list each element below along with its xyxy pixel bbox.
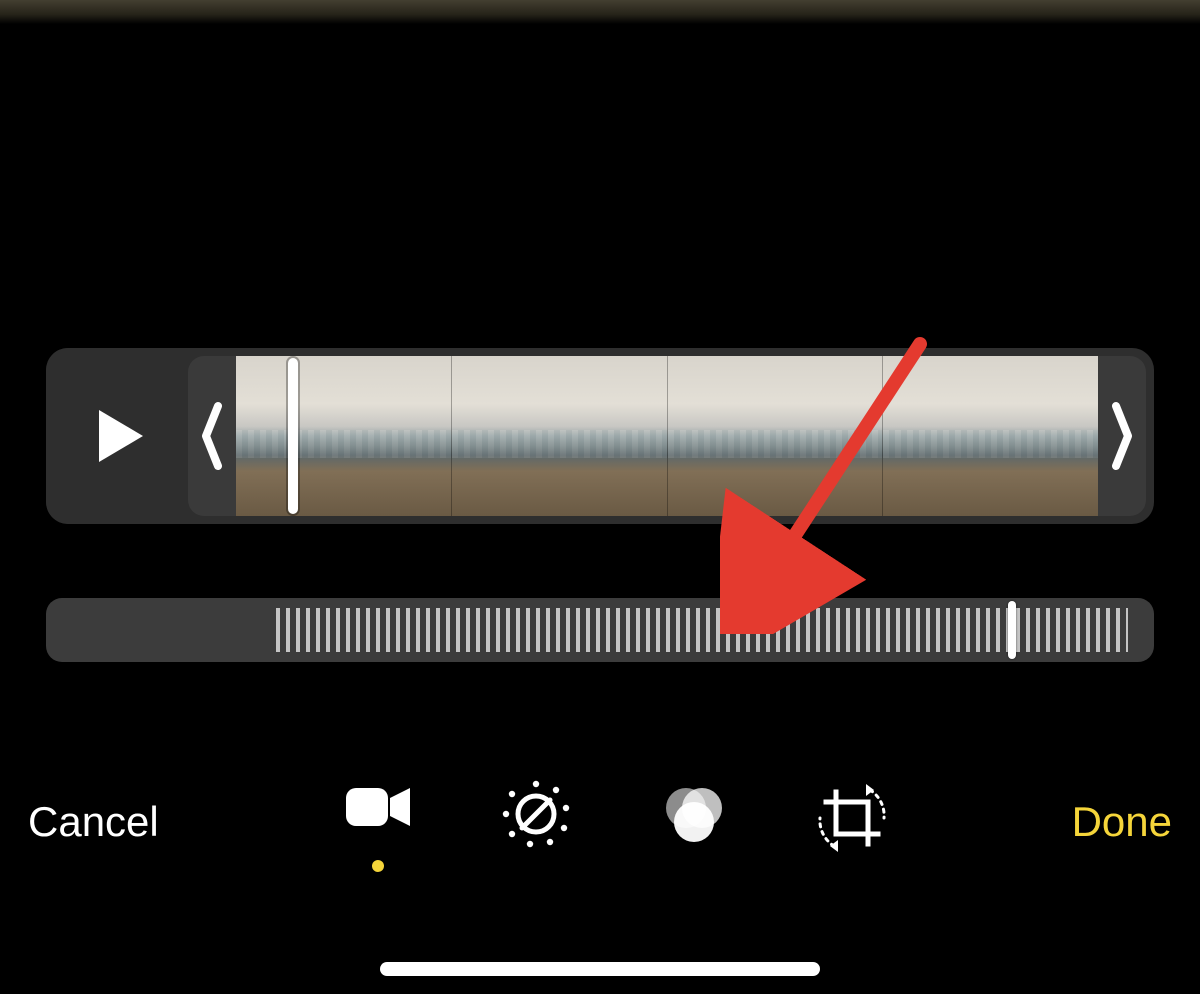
- filters-tool[interactable]: [658, 778, 730, 866]
- bottom-toolbar: Cancel: [0, 762, 1200, 882]
- adjust-tool[interactable]: [500, 778, 572, 866]
- crop-tool[interactable]: [816, 778, 888, 866]
- video-timeline: [46, 348, 1154, 524]
- timeline-frame: [882, 356, 1098, 516]
- timeline-frame: [667, 356, 883, 516]
- trim-handle-left[interactable]: [188, 356, 236, 516]
- home-indicator[interactable]: [380, 962, 820, 976]
- tool-icons-row: [342, 778, 888, 866]
- chevron-left-icon: [201, 400, 223, 472]
- done-button[interactable]: Done: [1072, 798, 1172, 846]
- timeline-frame: [451, 356, 667, 516]
- crop-rotate-icon: [812, 778, 892, 858]
- speed-slider[interactable]: [46, 598, 1154, 662]
- play-button[interactable]: [46, 348, 188, 524]
- trim-area[interactable]: [188, 356, 1146, 516]
- cancel-button[interactable]: Cancel: [28, 798, 159, 846]
- filmstrip[interactable]: [236, 356, 1098, 516]
- video-camera-icon: [342, 778, 414, 836]
- chevron-right-icon: [1111, 400, 1133, 472]
- trim-handle-right[interactable]: [1098, 356, 1146, 516]
- video-tool[interactable]: [342, 778, 414, 866]
- filters-circles-icon: [658, 778, 730, 850]
- playhead[interactable]: [288, 358, 298, 514]
- preview-strip: [0, 0, 1200, 24]
- adjust-dial-icon: [500, 778, 572, 850]
- timeline-frame: [236, 356, 451, 516]
- speed-slider-handle[interactable]: [1008, 601, 1016, 659]
- speed-slider-ticks: [276, 608, 1128, 652]
- play-icon: [99, 410, 143, 462]
- selected-indicator-dot: [372, 860, 384, 872]
